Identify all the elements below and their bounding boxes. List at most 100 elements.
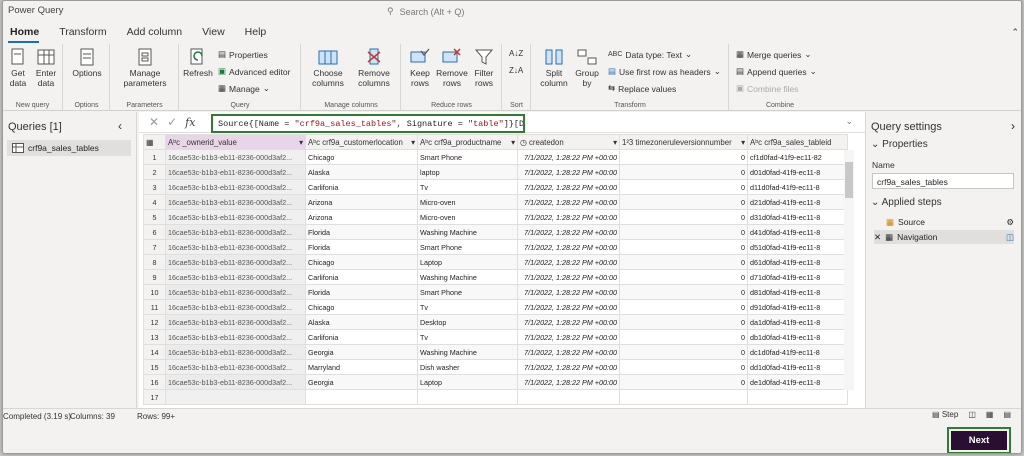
cell-createdon[interactable]: 7/1/2022, 1:28:22 PM +00:00 xyxy=(517,329,620,345)
column-header[interactable]: Aᵇc _ownerid_value ▾ xyxy=(165,134,306,150)
manage-button[interactable]: ▦ Manage ⌄ xyxy=(218,83,270,94)
scrollbar-thumb[interactable] xyxy=(845,162,853,198)
formula-input[interactable]: Source{[Name = "crf9a_sales_tables", Sig… xyxy=(211,114,525,133)
cell-tableid[interactable]: cf1d0fad-41f9-ec11-82 xyxy=(747,149,848,165)
cell-ownerid[interactable]: 16cae53c-b1b3-eb11-8236-000d3af2... xyxy=(165,179,306,195)
cell-ownerid[interactable] xyxy=(165,389,306,405)
tab-view[interactable]: View xyxy=(195,23,238,43)
cell-timezone[interactable]: 0 xyxy=(619,374,748,390)
sort-descending-icon[interactable]: Z↓A xyxy=(509,66,523,75)
use-first-row-button[interactable]: ▤ Use first row as headers ⌄ xyxy=(608,66,721,77)
cell-location[interactable]: Chicago xyxy=(305,299,418,315)
cell-location[interactable]: Georgia xyxy=(305,344,418,360)
query-item[interactable]: crf9a_sales_tables xyxy=(7,140,131,156)
table-row[interactable]: 5 16cae53c-b1b3-eb11-8236-000d3af2... Ariz… xyxy=(143,209,848,225)
enter-data-button[interactable]: Enter data xyxy=(33,48,59,88)
cell-product[interactable]: Laptop xyxy=(417,254,518,270)
cell-tableid[interactable]: d81d0fad-41f9-ec11-8 xyxy=(747,284,848,300)
search-box[interactable]: ⚲ Search (Alt + Q) xyxy=(387,4,637,19)
combine-files-button[interactable]: ▣ Combine files xyxy=(736,83,799,94)
cell-tableid[interactable]: d71d0fad-41f9-ec11-8 xyxy=(747,269,848,285)
cell-ownerid[interactable]: 16cae53c-b1b3-eb11-8236-000d3af2... xyxy=(165,254,306,270)
cell-location[interactable]: Carlifonia xyxy=(305,269,418,285)
cell-product[interactable]: Micro-oven xyxy=(417,209,518,225)
tab-help[interactable]: Help xyxy=(238,23,280,43)
schema-view-icon[interactable]: ▤ xyxy=(1003,410,1011,419)
cell-timezone[interactable]: 0 xyxy=(619,194,748,210)
column-header[interactable]: Aᵇc crf9a_productname ▾ xyxy=(417,134,518,150)
expand-formula-icon[interactable]: ⌄ xyxy=(845,116,853,127)
column-header[interactable]: 1²3 timezoneruleversionnumber ▾ xyxy=(619,134,748,150)
check-icon[interactable]: ✓ xyxy=(167,115,177,129)
cell-ownerid[interactable]: 16cae53c-b1b3-eb11-8236-000d3af2... xyxy=(165,269,306,285)
cell-tableid[interactable]: dc1d0fad-41f9-ec11-8 xyxy=(747,344,848,360)
remove-columns-button[interactable]: Remove columns xyxy=(352,48,396,88)
cell-tableid[interactable]: d61d0fad-41f9-ec11-8 xyxy=(747,254,848,270)
tab-transform[interactable]: Transform xyxy=(52,23,119,43)
replace-values-button[interactable]: ⇆ Replace values xyxy=(608,83,676,94)
cell-product[interactable]: Washing Machine xyxy=(417,269,518,285)
cell-ownerid[interactable]: 16cae53c-b1b3-eb11-8236-000d3af2... xyxy=(165,329,306,345)
cell-ownerid[interactable]: 16cae53c-b1b3-eb11-8236-000d3af2... xyxy=(165,209,306,225)
collapse-settings-icon[interactable]: › xyxy=(1011,119,1015,133)
cell-timezone[interactable]: 0 xyxy=(619,149,748,165)
cell-timezone[interactable]: 0 xyxy=(619,209,748,225)
row-number[interactable]: 3 xyxy=(143,179,166,195)
row-number[interactable]: 14 xyxy=(143,344,166,360)
cell-product[interactable]: Laptop xyxy=(417,374,518,390)
table-row[interactable]: 15 16cae53c-b1b3-eb11-8236-000d3af2... Mar… xyxy=(143,359,848,375)
cell-product[interactable]: Smart Phone xyxy=(417,284,518,300)
cell-createdon[interactable]: 7/1/2022, 1:28:22 PM +00:00 xyxy=(517,344,620,360)
cell-createdon[interactable]: 7/1/2022, 1:28:22 PM +00:00 xyxy=(517,194,620,210)
cell-createdon[interactable]: 7/1/2022, 1:28:22 PM +00:00 xyxy=(517,254,620,270)
step-source[interactable]: ▦ Source ⚙ xyxy=(874,215,1014,229)
cell-tableid[interactable]: d91d0fad-41f9-ec11-8 xyxy=(747,299,848,315)
cell-tableid[interactable]: d21d0fad-41f9-ec11-8 xyxy=(747,194,848,210)
table-row[interactable]: 4 16cae53c-b1b3-eb11-8236-000d3af2... Ariz… xyxy=(143,194,848,210)
step-toggle[interactable]: ▤ Step xyxy=(932,410,958,419)
cell-timezone[interactable]: 0 xyxy=(619,164,748,180)
remove-rows-button[interactable]: Remove rows xyxy=(436,48,468,88)
cell-product[interactable]: Tv xyxy=(417,329,518,345)
cell-tableid[interactable]: d01d0fad-41f9-ec11-8 xyxy=(747,164,848,180)
cell-product[interactable] xyxy=(417,389,518,405)
merge-queries-button[interactable]: ▦ Merge queries ⌄ xyxy=(736,49,812,60)
properties-button[interactable]: ▤ Properties xyxy=(218,49,268,60)
split-column-button[interactable]: Split column xyxy=(535,48,573,88)
cell-timezone[interactable]: 0 xyxy=(619,284,748,300)
cell-ownerid[interactable]: 16cae53c-b1b3-eb11-8236-000d3af2... xyxy=(165,164,306,180)
append-queries-button[interactable]: ▤ Append queries ⌄ xyxy=(736,66,817,77)
cell-product[interactable]: Smart Phone xyxy=(417,239,518,255)
cell-product[interactable]: Tv xyxy=(417,299,518,315)
cell-createdon[interactable]: 7/1/2022, 1:28:22 PM +00:00 xyxy=(517,164,620,180)
row-number[interactable]: 6 xyxy=(143,224,166,240)
cell-ownerid[interactable]: 16cae53c-b1b3-eb11-8236-000d3af2... xyxy=(165,314,306,330)
table-row[interactable]: 9 16cae53c-b1b3-eb11-8236-000d3af2... Carl… xyxy=(143,269,848,285)
cell-location[interactable]: Florida xyxy=(305,284,418,300)
cell-ownerid[interactable]: 16cae53c-b1b3-eb11-8236-000d3af2... xyxy=(165,149,306,165)
data-type-button[interactable]: ABC Data type: Text ⌄ xyxy=(608,49,692,60)
cell-timezone[interactable]: 0 xyxy=(619,254,748,270)
cell-createdon[interactable]: 7/1/2022, 1:28:22 PM +00:00 xyxy=(517,224,620,240)
table-row[interactable]: 16 16cae53c-b1b3-eb11-8236-000d3af2... Geo… xyxy=(143,374,848,390)
row-number[interactable]: 1 xyxy=(143,149,166,165)
options-button[interactable]: Options xyxy=(70,48,104,78)
column-header[interactable]: ◷ createdon ▾ xyxy=(517,134,620,150)
close-icon[interactable]: ✕ xyxy=(149,115,159,129)
cell-timezone[interactable]: 0 xyxy=(619,359,748,375)
cell-ownerid[interactable]: 16cae53c-b1b3-eb11-8236-000d3af2... xyxy=(165,284,306,300)
row-number[interactable]: 5 xyxy=(143,209,166,225)
cell-tableid[interactable]: db1d0fad-41f9-ec11-8 xyxy=(747,329,848,345)
choose-columns-button[interactable]: Choose columns xyxy=(306,48,350,88)
cell-ownerid[interactable]: 16cae53c-b1b3-eb11-8236-000d3af2... xyxy=(165,344,306,360)
row-number[interactable]: 16 xyxy=(143,374,166,390)
cell-timezone[interactable]: 0 xyxy=(619,239,748,255)
cell-createdon[interactable]: 7/1/2022, 1:28:22 PM +00:00 xyxy=(517,209,620,225)
table-row[interactable]: 10 16cae53c-b1b3-eb11-8236-000d3af2... Flo… xyxy=(143,284,848,300)
cell-product[interactable]: laptop xyxy=(417,164,518,180)
step-navigation[interactable]: ✕ ▦ Navigation ◫ xyxy=(874,230,1014,244)
cell-ownerid[interactable]: 16cae53c-b1b3-eb11-8236-000d3af2... xyxy=(165,299,306,315)
diagram-view-icon[interactable]: ◫ xyxy=(968,410,976,419)
refresh-button[interactable]: Refresh xyxy=(182,48,214,78)
row-number[interactable]: 9 xyxy=(143,269,166,285)
